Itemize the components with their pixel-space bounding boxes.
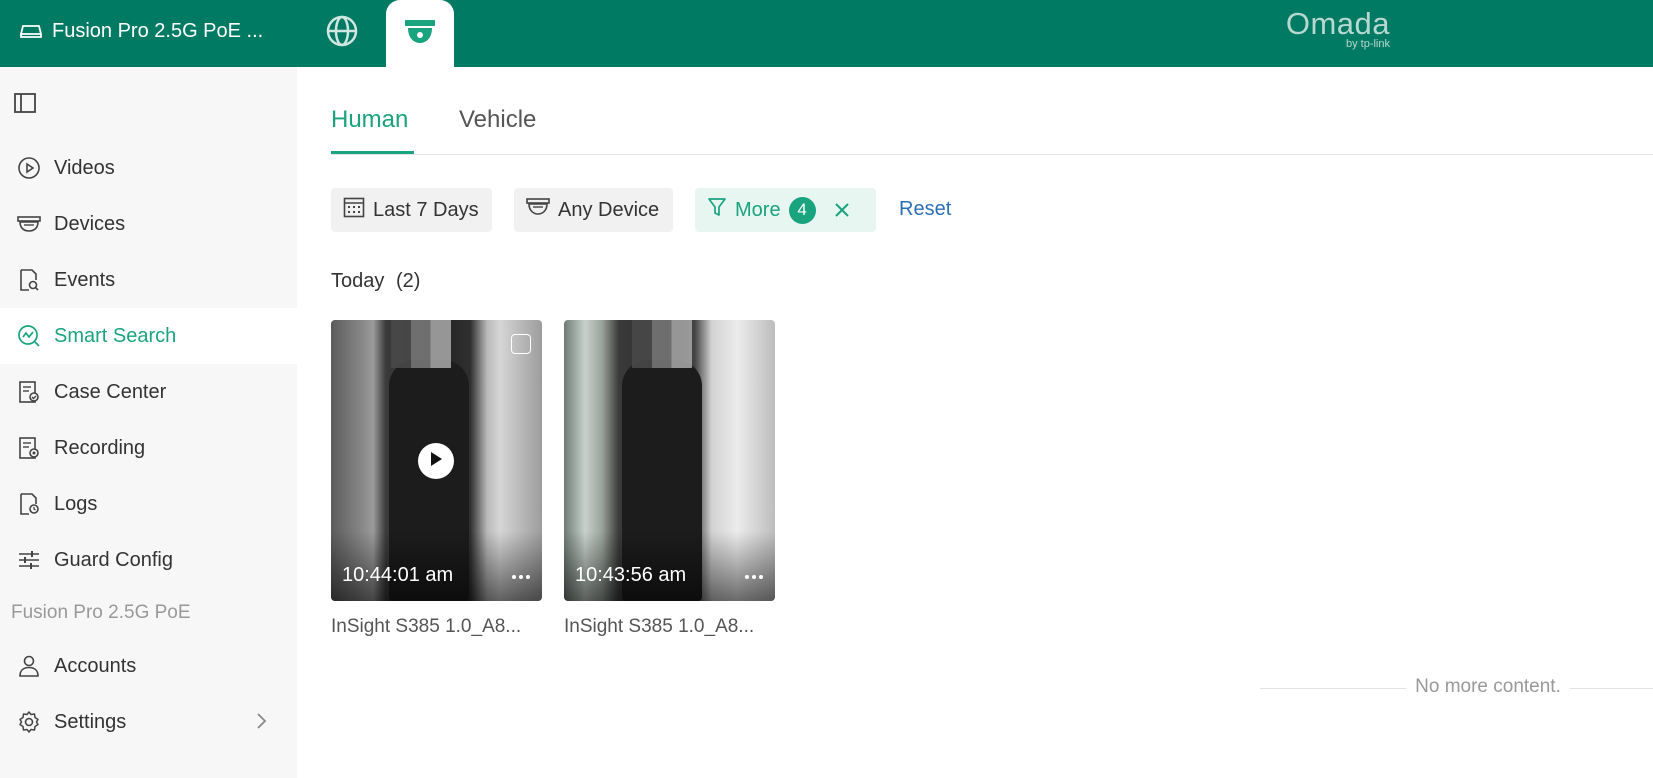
clip-card[interactable]: 10:44:01 am bbox=[331, 320, 542, 601]
sidebar-item-label: Videos bbox=[54, 156, 115, 179]
user-icon bbox=[16, 653, 42, 679]
sidebar-item-label: Logs bbox=[54, 492, 98, 515]
sidebar-item-logs[interactable]: Logs bbox=[0, 476, 297, 532]
clip-card[interactable]: 10:43:56 am bbox=[564, 320, 775, 601]
logs-icon bbox=[16, 491, 42, 517]
sidebar-item-guard-config[interactable]: Guard Config bbox=[0, 532, 297, 588]
divider bbox=[1260, 688, 1406, 689]
filter-count-badge: 4 bbox=[788, 196, 816, 224]
device-filter-label: Any Device bbox=[558, 198, 660, 221]
sliders-icon bbox=[16, 547, 42, 573]
clip-caption: InSight S385 1.0_A8... bbox=[331, 616, 522, 637]
clip-time: 10:44:01 am bbox=[342, 564, 454, 586]
sidebar-item-events[interactable]: Events bbox=[0, 252, 297, 308]
play-circle-icon bbox=[16, 155, 42, 181]
play-button[interactable] bbox=[418, 443, 454, 479]
camera-icon bbox=[526, 196, 550, 224]
recording-icon bbox=[16, 435, 42, 461]
date-range-label: Last 7 Days bbox=[373, 198, 479, 221]
more-filters-button[interactable]: More 4 bbox=[695, 188, 876, 232]
clear-filters-icon[interactable] bbox=[834, 202, 850, 218]
sidebar-item-label: Accounts bbox=[54, 654, 137, 677]
calendar-icon bbox=[343, 196, 365, 224]
sidebar-item-label: Recording bbox=[54, 436, 146, 459]
device-filter[interactable]: Any Device bbox=[514, 188, 673, 232]
active-tab-indicator bbox=[331, 151, 414, 154]
sidebar-collapse-button[interactable] bbox=[13, 91, 37, 115]
play-icon bbox=[429, 451, 443, 472]
sidebar-item-smart-search[interactable]: Smart Search bbox=[0, 308, 297, 364]
reset-link[interactable]: Reset bbox=[899, 198, 951, 221]
blurred-face bbox=[632, 320, 692, 368]
sidebar-item-label: Smart Search bbox=[54, 324, 177, 347]
tab-vehicle[interactable]: Vehicle bbox=[459, 106, 536, 134]
divider bbox=[1570, 688, 1653, 689]
blurred-face bbox=[391, 320, 451, 368]
clip-time: 10:43:56 am bbox=[575, 564, 687, 586]
device-selector[interactable]: Fusion Pro 2.5G PoE ... bbox=[20, 0, 263, 62]
sidebar-item-label: Settings bbox=[54, 710, 127, 733]
event-search-icon bbox=[16, 267, 42, 293]
date-range-filter[interactable]: Last 7 Days bbox=[331, 188, 492, 232]
tab-surveillance[interactable] bbox=[386, 0, 454, 67]
more-filters-label: More bbox=[735, 198, 781, 221]
sidebar: Videos Devices Events Smart Search Case … bbox=[0, 67, 297, 778]
dome-camera-icon bbox=[403, 16, 437, 51]
no-more-content: No more content. bbox=[1260, 676, 1653, 700]
sidebar-item-label: Devices bbox=[54, 212, 126, 235]
filter-funnel-icon bbox=[707, 196, 727, 224]
tab-network[interactable] bbox=[308, 0, 376, 67]
device-name: Fusion Pro 2.5G PoE ... bbox=[52, 19, 264, 42]
sidebar-toggle-icon bbox=[13, 93, 37, 119]
no-more-text: No more content. bbox=[1415, 676, 1561, 697]
chevron-right-icon bbox=[255, 712, 267, 736]
section-date: Today bbox=[331, 270, 385, 292]
sidebar-item-case-center[interactable]: Case Center bbox=[0, 364, 297, 420]
camera-icon bbox=[16, 211, 42, 237]
detection-tabs: Human Vehicle bbox=[331, 96, 1653, 155]
section-title: Today (2) bbox=[331, 270, 420, 293]
sidebar-item-devices[interactable]: Devices bbox=[0, 196, 297, 252]
sidebar-item-recording[interactable]: Recording bbox=[0, 420, 297, 476]
case-icon bbox=[16, 379, 42, 405]
gear-icon bbox=[16, 709, 42, 735]
sidebar-item-settings[interactable]: Settings bbox=[0, 694, 297, 750]
clip-caption: InSight S385 1.0_A8... bbox=[564, 616, 755, 637]
omada-logo: Omada by tp-link bbox=[1285, 6, 1390, 51]
section-count: (2) bbox=[395, 270, 421, 292]
sidebar-item-videos[interactable]: Videos bbox=[0, 140, 297, 196]
globe-icon bbox=[326, 15, 358, 52]
tab-human[interactable]: Human bbox=[331, 106, 408, 134]
sidebar-item-label: Events bbox=[54, 268, 116, 291]
top-bar: Fusion Pro 2.5G PoE ... Omada by tp-link bbox=[0, 0, 1653, 67]
sidebar-group-label: Fusion Pro 2.5G PoE bbox=[11, 602, 191, 623]
sidebar-item-accounts[interactable]: Accounts bbox=[0, 638, 297, 694]
clip-select-checkbox[interactable] bbox=[511, 334, 531, 354]
sidebar-item-label: Case Center bbox=[54, 380, 167, 403]
smart-search-icon bbox=[16, 323, 42, 349]
gateway-icon bbox=[20, 23, 42, 39]
more-options-icon[interactable] bbox=[512, 575, 530, 579]
more-options-icon[interactable] bbox=[745, 575, 763, 579]
sidebar-item-label: Guard Config bbox=[54, 548, 173, 571]
